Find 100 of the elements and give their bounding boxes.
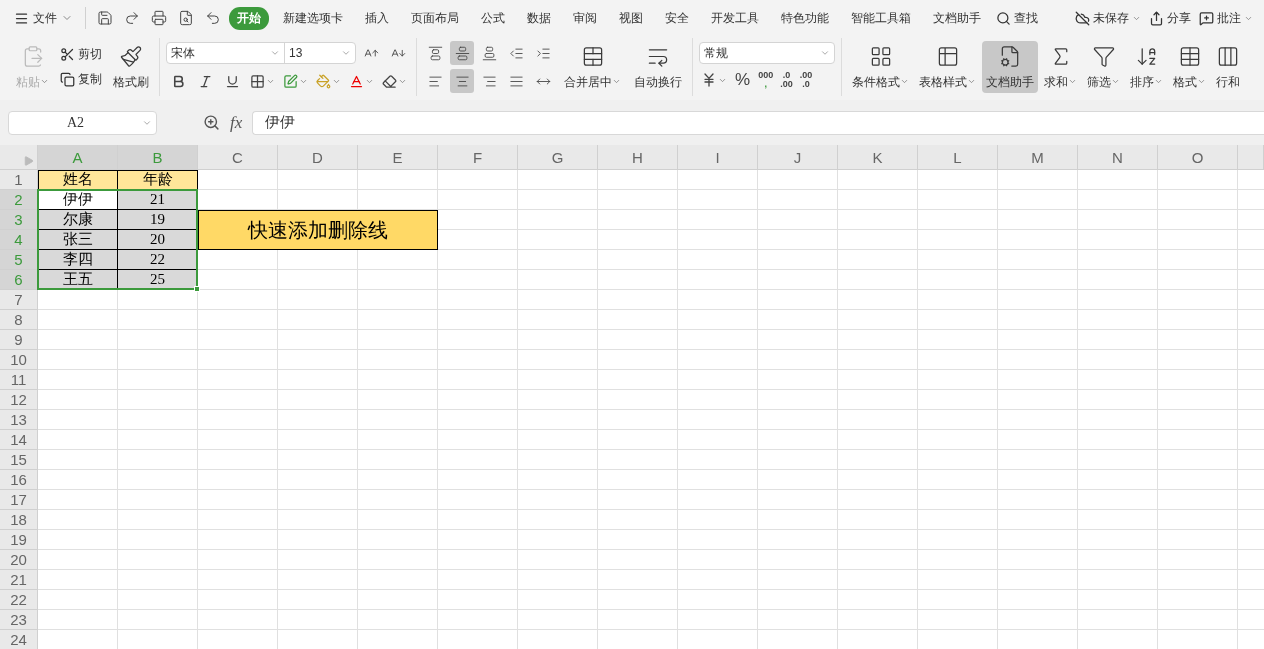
ribbon-button[interactable]: 自动换行	[630, 41, 686, 93]
row-header[interactable]: 22	[0, 590, 38, 610]
ribbon-tab[interactable]: 安全	[657, 6, 697, 30]
decimal-button[interactable]: .0 .00	[778, 71, 795, 89]
row-header[interactable]: 18	[0, 510, 38, 530]
yen-icon	[701, 72, 717, 88]
column-header[interactable]: J	[758, 145, 838, 170]
row-header[interactable]: 17	[0, 490, 38, 510]
paintbrush-icon	[119, 45, 143, 68]
thousands-button[interactable]: 000 ,	[756, 71, 776, 89]
column-header[interactable]: O	[1158, 145, 1238, 170]
ribbon-tab[interactable]: 开发工具	[703, 6, 767, 30]
align-center-icon	[454, 73, 470, 89]
copy-button[interactable]: 复制	[58, 69, 104, 90]
menu-icon	[14, 10, 29, 26]
save-icon	[96, 10, 113, 26]
file-menu[interactable]: 文件	[8, 9, 79, 27]
ribbon-button[interactable]: 文档助手	[982, 41, 1038, 93]
ribbon-tab[interactable]: 文档助手	[925, 6, 989, 30]
ribbon-button[interactable]: 行和	[1212, 41, 1244, 93]
column-header[interactable]: G	[518, 145, 598, 170]
cut-button[interactable]: 剪切	[58, 44, 104, 65]
ribbon-tab[interactable]: 数据	[519, 6, 559, 30]
share-icon	[1149, 10, 1164, 26]
row-header[interactable]: 23	[0, 610, 38, 630]
column-header[interactable]: D	[278, 145, 358, 170]
table-cell: 19	[118, 210, 198, 230]
ribbon-button[interactable]: 格式	[1169, 41, 1210, 93]
ribbon-tab[interactable]: 视图	[611, 6, 651, 30]
ribbon-button[interactable]: 筛选	[1083, 41, 1124, 93]
row-header[interactable]: 20	[0, 550, 38, 570]
row-header[interactable]: 13	[0, 410, 38, 430]
search-button[interactable]: 查找	[993, 9, 1041, 27]
row-header[interactable]: 10	[0, 350, 38, 370]
italic-icon	[197, 73, 213, 89]
row-header[interactable]: 1	[0, 170, 38, 190]
fx-label: fx	[230, 112, 243, 133]
column-header[interactable]: I	[678, 145, 758, 170]
column-header[interactable]: E	[358, 145, 438, 170]
ribbon-tab[interactable]: 公式	[473, 6, 513, 30]
caret-icon	[1111, 77, 1120, 86]
ribbon-tab[interactable]: 特色功能	[773, 6, 837, 30]
row-header[interactable]: 7	[0, 290, 38, 310]
row-header[interactable]: 24	[0, 630, 38, 649]
formula-field[interactable]: 伊伊	[252, 110, 1264, 135]
row-header[interactable]: 11	[0, 370, 38, 390]
row-header[interactable]: 21	[0, 570, 38, 590]
name-box[interactable]: A2	[8, 110, 157, 135]
ribbon-tab[interactable]: 页面布局	[403, 6, 467, 30]
row-header[interactable]: 14	[0, 430, 38, 450]
row-header[interactable]: 8	[0, 310, 38, 330]
outdent-icon	[508, 45, 524, 61]
ribbon-button[interactable]: 表格样式	[915, 41, 980, 93]
table-cell: 20	[118, 230, 198, 250]
ribbon-button[interactable]: 求和	[1040, 41, 1081, 93]
eraser-icon	[381, 73, 397, 89]
ribbon-tab[interactable]: 开始	[229, 6, 269, 30]
column-header[interactable]: M	[998, 145, 1078, 170]
ribbon-tab[interactable]: 智能工具箱	[843, 6, 919, 30]
ribbon-tab[interactable]: 新建选项卡	[275, 6, 351, 30]
table-cell: 尔康	[38, 210, 118, 230]
comment-icon	[1199, 10, 1214, 26]
ribbon-button[interactable]: 条件格式	[848, 41, 913, 93]
ribbon-tab[interactable]: 插入	[357, 6, 397, 30]
caret-icon	[967, 77, 976, 86]
row-header[interactable]: 15	[0, 450, 38, 470]
row-header[interactable]: 16	[0, 470, 38, 490]
ribbon-tab[interactable]: 审阅	[565, 6, 605, 30]
align-center-button[interactable]	[450, 69, 474, 93]
align-middle-button[interactable]	[450, 41, 474, 65]
column-header[interactable]: L	[918, 145, 998, 170]
column-header[interactable]: F	[438, 145, 518, 170]
undo-icon	[204, 10, 221, 26]
row-header[interactable]: 12	[0, 390, 38, 410]
zoom-icon[interactable]	[203, 114, 220, 131]
table-cell: 22	[118, 250, 198, 270]
column-header[interactable]: K	[838, 145, 918, 170]
printer-icon	[150, 10, 167, 26]
caret-icon	[900, 77, 909, 86]
align-left-icon	[427, 73, 443, 89]
font-color-icon	[348, 73, 364, 89]
toolbar-button[interactable]: 批注	[1196, 9, 1256, 27]
redo-icon	[123, 10, 140, 26]
title-cell: 快速添加删除线	[198, 210, 438, 250]
number-format-field[interactable]: 常规	[699, 42, 835, 64]
paint-bucket-icon	[315, 73, 331, 89]
percent-button[interactable]: %	[732, 70, 754, 90]
ribbon-button[interactable]: 合并居中	[560, 41, 625, 93]
row-header[interactable]: 19	[0, 530, 38, 550]
format-painter-button[interactable]: 格式刷	[109, 41, 153, 93]
column-header[interactable]: N	[1078, 145, 1158, 170]
toolbar-button[interactable]: 未保存	[1072, 9, 1144, 27]
row-header[interactable]: 9	[0, 330, 38, 350]
ribbon-button[interactable]: 排序	[1126, 41, 1167, 93]
decimal-button[interactable]: .00 .0	[797, 71, 815, 89]
toolbar-button[interactable]: 分享	[1146, 9, 1194, 27]
column-header[interactable]: C	[198, 145, 278, 170]
column-header[interactable]: H	[598, 145, 678, 170]
triangle-icon	[24, 156, 34, 166]
search-icon	[996, 10, 1011, 26]
